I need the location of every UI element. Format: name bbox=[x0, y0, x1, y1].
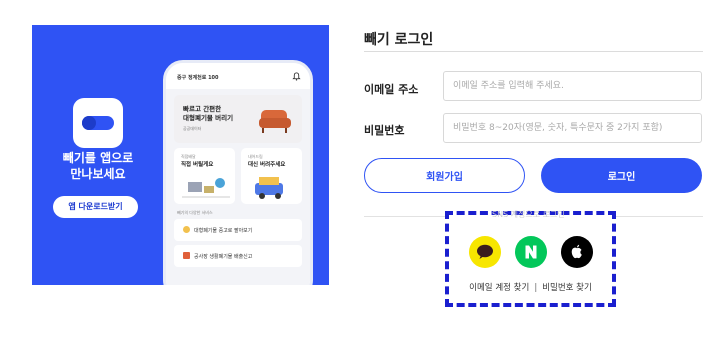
phone-service-row: 대형폐기물 중고로 팔아보기 bbox=[174, 219, 302, 241]
phone-card-pickup: 내어드림 대신 버려주세요 bbox=[241, 148, 302, 204]
app-download-button[interactable]: 앱 다운로드받기 bbox=[53, 196, 138, 218]
phone-card2-title: 대신 버려주세요 bbox=[248, 162, 286, 168]
password-field[interactable] bbox=[443, 113, 702, 143]
phone-service-row: 공사장 생활폐기물 배출신고 bbox=[174, 245, 302, 267]
phone-service1: 대형폐기물 중고로 팔아보기 bbox=[194, 228, 253, 234]
promo-headline-line1: 빼기를 앱으로 bbox=[62, 151, 134, 165]
email-label: 이메일 주소 bbox=[364, 83, 419, 96]
phone-location: 중구 정계천로 100 bbox=[177, 75, 219, 81]
login-button[interactable]: 로그인 bbox=[541, 158, 702, 193]
truck-illustration bbox=[255, 177, 283, 199]
title-divider bbox=[364, 51, 703, 52]
find-email-link[interactable]: 이메일 계정 찾기 bbox=[469, 281, 529, 293]
chair-illustration bbox=[182, 178, 230, 198]
naver-login-button[interactable] bbox=[515, 236, 547, 268]
account-find-links: 이메일 계정 찾기 | 비밀번호 찾기 bbox=[445, 281, 616, 293]
kakao-icon bbox=[477, 244, 493, 259]
social-caption: SNS 계정으로 로그인 bbox=[492, 210, 565, 219]
link-separator: | bbox=[534, 283, 538, 293]
signup-button[interactable]: 회원가입 bbox=[364, 158, 525, 193]
naver-icon bbox=[525, 245, 537, 259]
phone-hero-chip: 공공데이터 bbox=[183, 126, 202, 131]
find-password-link[interactable]: 비밀번호 찾기 bbox=[542, 281, 592, 293]
kakao-login-button[interactable] bbox=[469, 236, 501, 268]
phone-service2: 공사장 생활폐기물 배출신고 bbox=[194, 254, 253, 260]
page: 빼기를 앱으로 만나보세요 앱 다운로드받기 중구 정계천로 100 빠르고 간… bbox=[0, 0, 716, 349]
page-title: 빼기 로그인 bbox=[364, 32, 434, 48]
email-field[interactable] bbox=[443, 71, 702, 101]
password-label: 비밀번호 bbox=[364, 124, 405, 137]
promo-headline-line2: 만나보세요 bbox=[70, 167, 126, 181]
app-promo-banner: 빼기를 앱으로 만나보세요 앱 다운로드받기 중구 정계천로 100 빠르고 간… bbox=[32, 25, 329, 285]
bell-icon bbox=[292, 72, 301, 81]
coin-icon bbox=[183, 226, 190, 233]
phone-card-self: 직접배달 직접 버릴게요 bbox=[174, 148, 235, 204]
app-logo-icon bbox=[73, 98, 123, 148]
phone-hero-title-2: 대형폐기물 버리기 bbox=[183, 114, 234, 122]
phone-card1-title: 직접 버릴게요 bbox=[181, 162, 214, 168]
cone-icon bbox=[183, 252, 190, 259]
phone-section-title: 빼기의 다양한 서비스 bbox=[177, 210, 213, 215]
phone-hero-title-1: 빠르고 간편한 bbox=[183, 105, 222, 113]
apple-login-button[interactable] bbox=[561, 236, 593, 268]
phone-mockup: 중구 정계천로 100 빠르고 간편한 대형폐기물 버리기 공공데이터 직접배달… bbox=[163, 60, 313, 285]
phone-hero-card: 빠르고 간편한 대형폐기물 버리기 공공데이터 bbox=[174, 95, 302, 143]
sofa-illustration bbox=[259, 110, 291, 133]
apple-icon bbox=[571, 244, 582, 259]
